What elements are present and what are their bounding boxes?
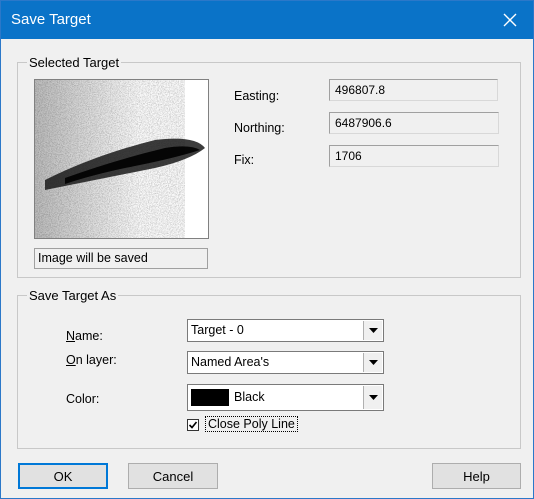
layer-label-accel: O (66, 353, 76, 367)
close-button[interactable] (487, 1, 533, 39)
color-dropdown-button[interactable] (363, 386, 382, 409)
title-bar[interactable]: Save Target (1, 1, 533, 39)
northing-field[interactable]: 6487906.6 (329, 112, 499, 134)
check-icon (188, 421, 198, 429)
cancel-button[interactable]: Cancel (128, 463, 218, 489)
image-caption: Image will be saved (34, 248, 208, 269)
easting-field[interactable]: 496807.8 (329, 79, 498, 101)
chevron-down-icon (368, 328, 378, 333)
help-button[interactable]: Help (432, 463, 521, 489)
fix-label: Fix: (234, 153, 255, 167)
color-value: Black (234, 390, 265, 404)
name-label: Name: (66, 329, 103, 343)
name-value: Target - 0 (191, 323, 244, 337)
selected-target-group-label: Selected Target (27, 55, 122, 70)
name-label-accel: N (66, 329, 76, 343)
close-icon (503, 13, 517, 27)
save-target-dialog: Save Target Selected Target Image will b… (0, 0, 534, 499)
easting-label: Easting: (234, 89, 280, 103)
layer-value: Named Area's (191, 355, 270, 369)
northing-label: Northing: (234, 121, 285, 135)
target-image-preview (34, 79, 209, 239)
layer-label-rest: n layer: (75, 353, 117, 367)
window-title: Save Target (11, 11, 91, 28)
layer-label: On layer: (66, 353, 117, 367)
name-combobox[interactable]: Target - 0 (187, 319, 384, 342)
save-target-as-group-label: Save Target As (27, 288, 119, 303)
color-label: Color: (66, 392, 100, 406)
name-dropdown-button[interactable] (363, 321, 382, 340)
close-poly-line-label[interactable]: Close Poly Line (205, 416, 298, 432)
name-label-rest: ame: (75, 329, 103, 343)
ok-button[interactable]: OK (18, 463, 108, 489)
color-swatch (191, 389, 229, 406)
sonar-image (35, 80, 208, 238)
color-combobox[interactable]: Black (187, 384, 384, 411)
layer-combobox[interactable]: Named Area's (187, 351, 384, 374)
close-poly-line-checkbox[interactable] (187, 419, 199, 431)
fix-field[interactable]: 1706 (329, 145, 499, 167)
layer-dropdown-button[interactable] (363, 353, 382, 372)
chevron-down-icon (368, 395, 378, 400)
chevron-down-icon (368, 360, 378, 365)
